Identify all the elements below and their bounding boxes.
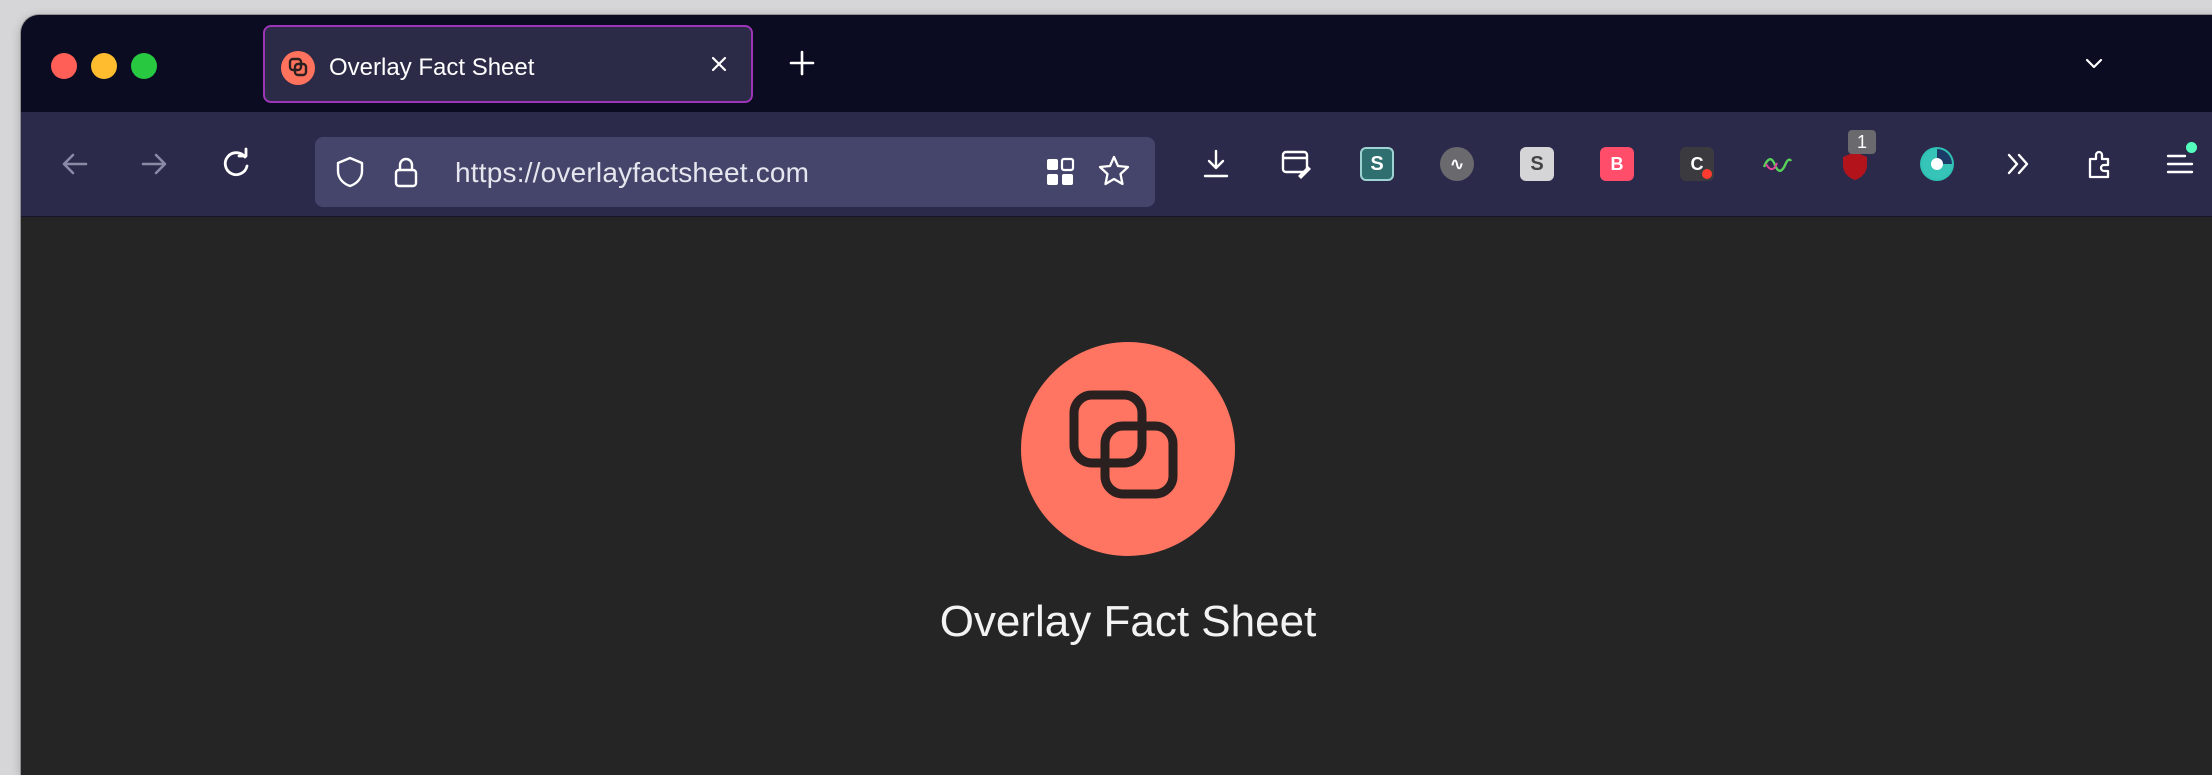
browser-window: Overlay Fact Sheet https://overlayfactsh… xyxy=(21,15,2212,775)
active-tab[interactable]: Overlay Fact Sheet xyxy=(263,25,753,103)
extension-b-icon[interactable]: B xyxy=(1600,147,1634,181)
zoom-window-button[interactable] xyxy=(131,53,157,79)
extension-s-icon[interactable]: S xyxy=(1360,147,1394,181)
overlay-logo-icon xyxy=(281,51,315,85)
chevron-down-icon[interactable] xyxy=(2081,51,2107,77)
page-content: Overlay Fact Sheet xyxy=(21,217,2212,775)
extension-s-light-icon[interactable]: S xyxy=(1520,147,1554,181)
extension-shield-icon[interactable] xyxy=(1838,149,1872,183)
tab-title: Overlay Fact Sheet xyxy=(329,54,535,81)
shield-icon[interactable] xyxy=(331,153,369,191)
extension-circle-icon[interactable] xyxy=(1920,147,1954,181)
navigation-toolbar: https://overlayfactsheet.com S ∿ S B C 1 xyxy=(21,112,2212,217)
forward-arrow-icon[interactable] xyxy=(135,145,173,183)
extension-squiggle-icon[interactable] xyxy=(1760,147,1794,181)
downloads-icon[interactable] xyxy=(1197,145,1235,183)
extension-badge-count: 1 xyxy=(1848,130,1876,154)
plus-icon[interactable] xyxy=(786,47,818,79)
lock-icon[interactable] xyxy=(387,153,425,191)
qr-code-icon[interactable] xyxy=(1041,153,1079,191)
overlay-logo xyxy=(1021,342,1235,556)
close-icon[interactable] xyxy=(707,52,731,76)
extensions-puzzle-icon[interactable] xyxy=(2080,145,2118,183)
site-name: Overlay Fact Sheet xyxy=(939,597,1317,646)
url-text[interactable]: https://overlayfactsheet.com xyxy=(455,157,809,189)
screenshot-icon[interactable] xyxy=(1277,145,1315,183)
back-arrow-icon[interactable] xyxy=(56,145,94,183)
tab-strip: Overlay Fact Sheet xyxy=(21,15,2212,112)
minimize-window-button[interactable] xyxy=(91,53,117,79)
more-extensions-chevron-icon[interactable] xyxy=(2000,145,2038,183)
close-window-button[interactable] xyxy=(51,53,77,79)
extension-wave-icon[interactable]: ∿ xyxy=(1440,147,1474,181)
reload-icon[interactable] xyxy=(217,145,255,183)
bookmark-star-icon[interactable] xyxy=(1095,152,1133,190)
address-bar[interactable]: https://overlayfactsheet.com xyxy=(315,137,1155,207)
update-notification-dot xyxy=(2186,142,2197,153)
extension-c-icon[interactable]: C xyxy=(1680,147,1714,181)
